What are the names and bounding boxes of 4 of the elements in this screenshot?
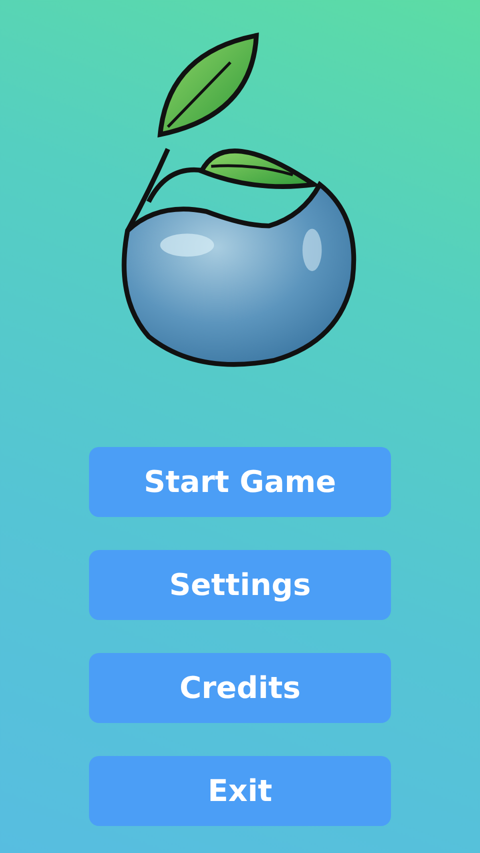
menu-button[interactable]: Exit (89, 756, 391, 826)
menu-button[interactable]: Start Game (89, 447, 391, 517)
menu-button[interactable]: Settings (89, 550, 391, 620)
menu-button[interactable]: Credits (89, 653, 391, 723)
